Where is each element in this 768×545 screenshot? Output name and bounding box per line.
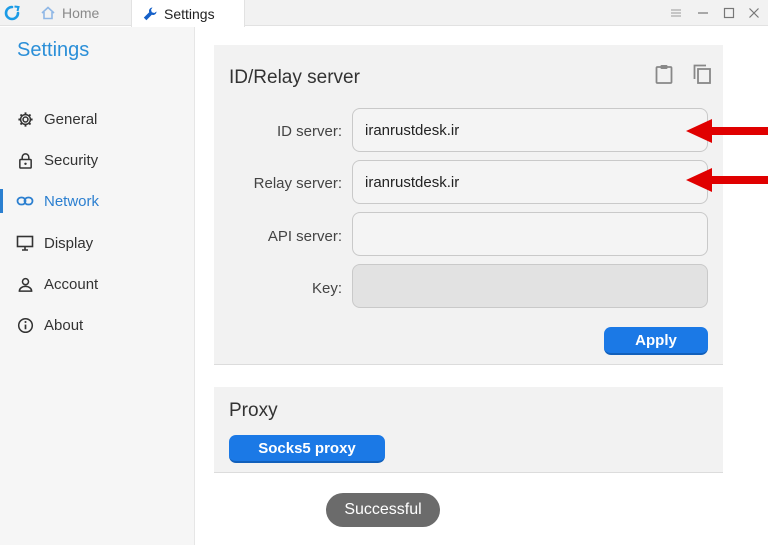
api-server-input[interactable] bbox=[352, 212, 708, 256]
sidebar-item-display[interactable]: Display bbox=[0, 225, 195, 261]
link-icon bbox=[16, 192, 34, 210]
apply-button[interactable]: Apply bbox=[604, 327, 708, 355]
id-relay-panel: ID/Relay server ID server: iranrustdesk.… bbox=[214, 45, 723, 365]
key-input[interactable] bbox=[352, 264, 708, 308]
clipboard-paste-icon[interactable] bbox=[653, 63, 675, 85]
sidebar-item-label: Display bbox=[44, 234, 94, 252]
monitor-icon bbox=[16, 234, 34, 252]
lock-icon bbox=[16, 151, 34, 169]
sidebar-title: Settings bbox=[17, 39, 90, 61]
sidebar-item-security[interactable]: Security bbox=[0, 142, 195, 178]
success-toast: Successful bbox=[326, 493, 440, 527]
tab-home[interactable]: Home bbox=[38, 0, 130, 26]
person-icon bbox=[16, 275, 34, 293]
annotation-arrow-icon bbox=[686, 119, 768, 143]
wrench-icon bbox=[142, 6, 158, 22]
id-server-input[interactable]: iranrustdesk.ir bbox=[352, 108, 708, 152]
annotation-arrow-icon bbox=[686, 168, 768, 192]
close-icon[interactable] bbox=[745, 4, 763, 22]
sidebar-item-label: Network bbox=[44, 192, 100, 210]
tab-home-label: Home bbox=[62, 5, 100, 21]
relay-server-label: Relay server: bbox=[253, 175, 342, 192]
maximize-icon[interactable] bbox=[720, 4, 738, 22]
sidebar-item-account[interactable]: Account bbox=[0, 266, 195, 302]
proxy-title: Proxy bbox=[229, 400, 278, 421]
id-server-label: ID server: bbox=[276, 123, 342, 140]
title-bar: Home Settings bbox=[0, 0, 768, 27]
minimize-icon[interactable] bbox=[694, 4, 712, 22]
key-label: Key: bbox=[311, 280, 342, 297]
sidebar-item-network[interactable]: Network bbox=[0, 183, 195, 219]
sidebar-item-label: Account bbox=[44, 275, 99, 293]
sidebar-item-label: About bbox=[44, 316, 84, 334]
home-icon bbox=[40, 5, 56, 21]
sidebar: Settings General Security Network Displa… bbox=[0, 27, 195, 545]
gear-icon bbox=[16, 110, 34, 128]
tab-settings-label: Settings bbox=[164, 5, 215, 22]
menu-icon[interactable] bbox=[667, 4, 685, 22]
relay-server-input[interactable]: iranrustdesk.ir bbox=[352, 160, 708, 204]
info-icon bbox=[16, 316, 34, 334]
app-logo-icon bbox=[4, 5, 20, 21]
sidebar-item-about[interactable]: About bbox=[0, 307, 195, 343]
tab-settings[interactable]: Settings bbox=[131, 0, 245, 27]
id-relay-title: ID/Relay server bbox=[229, 67, 360, 88]
sidebar-item-general[interactable]: General bbox=[0, 101, 195, 137]
api-server-label: API server: bbox=[267, 228, 342, 245]
socks5-proxy-button[interactable]: Socks5 proxy bbox=[229, 435, 385, 463]
copy-icon[interactable] bbox=[691, 63, 713, 85]
sidebar-item-label: General bbox=[44, 110, 98, 128]
sidebar-item-label: Security bbox=[44, 151, 99, 169]
proxy-panel: Proxy Socks5 proxy bbox=[214, 387, 723, 473]
